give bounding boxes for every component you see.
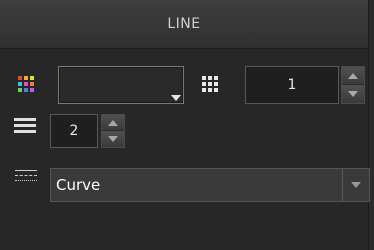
decrement-button[interactable] — [342, 85, 364, 103]
dropdown-triangle-icon — [171, 95, 181, 101]
increment-button[interactable] — [342, 67, 364, 85]
arrow-up-icon — [108, 119, 118, 126]
arrow-down-icon — [348, 91, 358, 97]
color-cell — [18, 88, 22, 92]
color-grid-icon[interactable] — [18, 76, 34, 92]
color-cell — [24, 88, 28, 92]
dot — [208, 88, 212, 92]
color-swatch-dropdown[interactable] — [58, 66, 184, 104]
weight-line — [14, 124, 36, 127]
weight-line — [14, 130, 36, 133]
color-cell — [30, 76, 34, 80]
dot — [202, 88, 206, 92]
dot — [202, 82, 206, 86]
style-line-dotted — [15, 180, 37, 181]
density-stepper[interactable] — [341, 66, 365, 104]
color-cell — [24, 76, 28, 80]
color-cell — [24, 82, 28, 86]
dropdown-arrow-button[interactable] — [342, 169, 369, 201]
dot — [202, 76, 206, 80]
panel-title: LINE — [0, 0, 368, 49]
color-cell — [18, 76, 22, 80]
weight-line — [14, 118, 36, 121]
color-cell — [18, 82, 22, 86]
style-line-dashed — [15, 175, 37, 176]
line-style-value: Curve — [56, 176, 101, 194]
dot — [214, 76, 218, 80]
line-panel: LINE 1 2 Curve — [0, 0, 370, 250]
line-width-field[interactable]: 2 — [50, 114, 98, 148]
color-cell — [30, 82, 34, 86]
dot-grid-icon — [202, 76, 218, 92]
chevron-down-icon — [351, 182, 361, 188]
dot — [214, 82, 218, 86]
increment-button[interactable] — [102, 115, 124, 131]
line-width-stepper[interactable] — [101, 114, 125, 148]
style-line — [15, 170, 37, 171]
line-style-icon — [15, 170, 39, 186]
color-cell — [30, 88, 34, 92]
line-weight-icon — [14, 118, 38, 134]
dot — [208, 82, 212, 86]
line-style-dropdown[interactable]: Curve — [50, 168, 370, 202]
arrow-up-icon — [348, 72, 358, 79]
decrement-button[interactable] — [102, 131, 124, 147]
dot — [214, 88, 218, 92]
arrow-down-icon — [108, 136, 118, 142]
dot — [208, 76, 212, 80]
density-value-field[interactable]: 1 — [245, 66, 339, 104]
